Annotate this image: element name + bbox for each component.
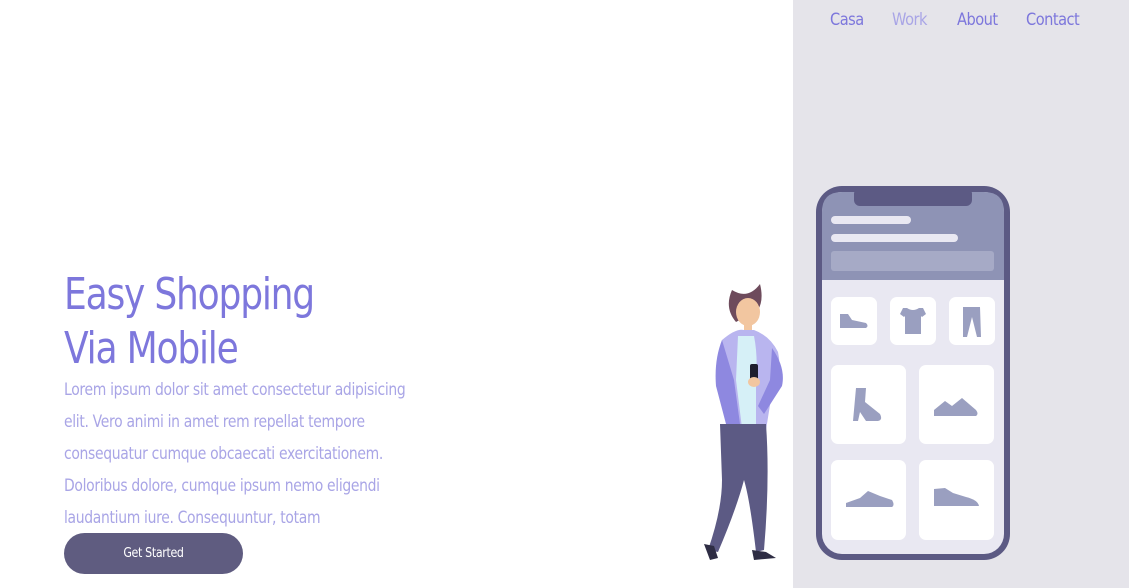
nav-link-work[interactable]: Work xyxy=(892,10,927,30)
hero-title-line-2: Via Mobile xyxy=(64,323,239,374)
nav-link-about[interactable]: About xyxy=(957,10,998,30)
nav-link-casa[interactable]: Casa xyxy=(830,10,864,30)
nav-link-contact[interactable]: Contact xyxy=(1026,10,1080,30)
shopping-illustration xyxy=(704,186,1010,560)
woman-illustration xyxy=(704,284,783,560)
hero-title-line-1: Easy Shopping xyxy=(64,269,315,320)
get-started-button[interactable]: Get Started xyxy=(64,533,243,574)
hero-title: Easy Shopping Via Mobile xyxy=(64,268,315,376)
get-started-label: Get Started xyxy=(123,546,184,561)
phone-illustration xyxy=(816,186,1010,560)
